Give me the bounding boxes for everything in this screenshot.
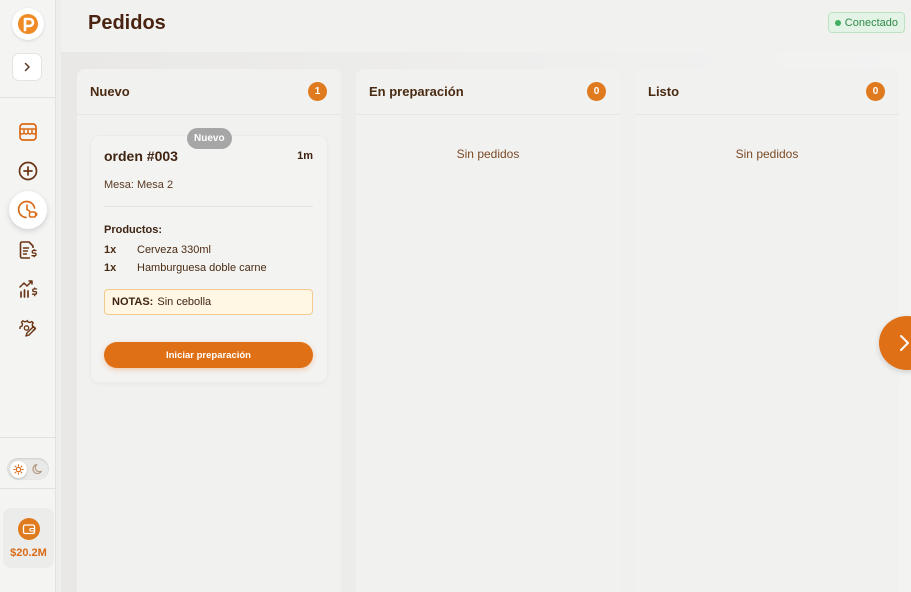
invoice-dollar-icon xyxy=(19,241,37,259)
theme-toggle[interactable] xyxy=(7,458,49,480)
sidebar-item-new-order[interactable] xyxy=(9,152,47,190)
chevron-right-icon xyxy=(24,62,30,72)
sidebar-item-store[interactable] xyxy=(9,113,47,151)
sidebar-item-reports[interactable] xyxy=(9,270,47,308)
order-elapsed-time: 1m xyxy=(297,150,313,162)
sidebar-divider xyxy=(0,488,56,489)
sidebar-divider xyxy=(0,97,56,98)
sidebar-item-settings[interactable] xyxy=(9,309,47,347)
page-header: Pedidos Conectado xyxy=(61,0,911,52)
column-count-badge: 0 xyxy=(866,82,885,101)
column-header: Nuevo 1 xyxy=(77,69,341,115)
clock-cup-icon xyxy=(17,200,38,219)
order-table: Mesa: Mesa 2 xyxy=(104,179,174,191)
connection-status-badge: Conectado xyxy=(827,12,905,33)
notes-text: Sin cebolla xyxy=(157,296,212,308)
product-row: 1x Cerveza 330ml xyxy=(104,244,211,256)
column-header: En preparación 0 xyxy=(356,69,620,115)
column-en-preparacion: En preparación 0 Sin pedidos xyxy=(356,69,620,592)
connection-status-label: Conectado xyxy=(844,16,898,29)
wallet-balance[interactable]: $20.2M xyxy=(3,508,54,568)
order-title: orden #003 xyxy=(104,148,178,164)
column-count-badge: 1 xyxy=(308,82,327,101)
app-logo[interactable] xyxy=(12,8,44,40)
sidebar-item-invoices[interactable] xyxy=(9,231,47,269)
column-title: Nuevo xyxy=(90,84,130,99)
card-divider xyxy=(104,206,313,207)
start-preparation-button[interactable]: Iniciar preparación xyxy=(104,342,313,368)
column-title: En preparación xyxy=(369,84,464,99)
gear-pen-icon xyxy=(19,319,37,337)
moon-icon xyxy=(29,461,46,478)
logo-icon xyxy=(18,14,38,34)
products-label: Productos: xyxy=(104,224,163,236)
chevron-right-icon xyxy=(900,335,909,351)
order-status-badge: Nuevo xyxy=(187,128,232,149)
status-dot-icon xyxy=(834,19,841,26)
wallet-icon xyxy=(17,518,40,540)
column-listo: Listo 0 Sin pedidos xyxy=(635,69,899,592)
empty-state-text: Sin pedidos xyxy=(735,147,799,161)
sun-icon xyxy=(10,460,27,478)
product-name: Hamburguesa doble carne xyxy=(137,262,267,274)
sidebar-divider xyxy=(0,437,56,438)
notes-label: NOTAS: xyxy=(112,296,154,308)
sidebar-expand-button[interactable] xyxy=(12,53,42,81)
sidebar: $20.2M xyxy=(0,0,56,592)
plus-circle-icon xyxy=(18,161,38,181)
page-title: Pedidos xyxy=(88,12,166,34)
product-name: Cerveza 330ml xyxy=(137,244,211,256)
store-icon xyxy=(19,123,37,141)
column-title: Listo xyxy=(648,84,680,99)
product-qty: 1x xyxy=(104,262,117,274)
empty-state-text: Sin pedidos xyxy=(456,147,520,161)
column-header: Listo 0 xyxy=(635,69,899,115)
order-notes: NOTAS: Sin cebolla xyxy=(104,289,313,315)
product-qty: 1x xyxy=(104,244,117,256)
column-count-badge: 0 xyxy=(587,82,606,101)
chart-dollar-icon xyxy=(19,280,38,298)
product-row: 1x Hamburguesa doble carne xyxy=(104,262,267,274)
wallet-amount: $20.2M xyxy=(10,547,47,559)
order-card[interactable]: Nuevo orden #003 1m Mesa: Mesa 2 Product… xyxy=(91,128,327,382)
sidebar-item-orders[interactable] xyxy=(9,191,47,229)
